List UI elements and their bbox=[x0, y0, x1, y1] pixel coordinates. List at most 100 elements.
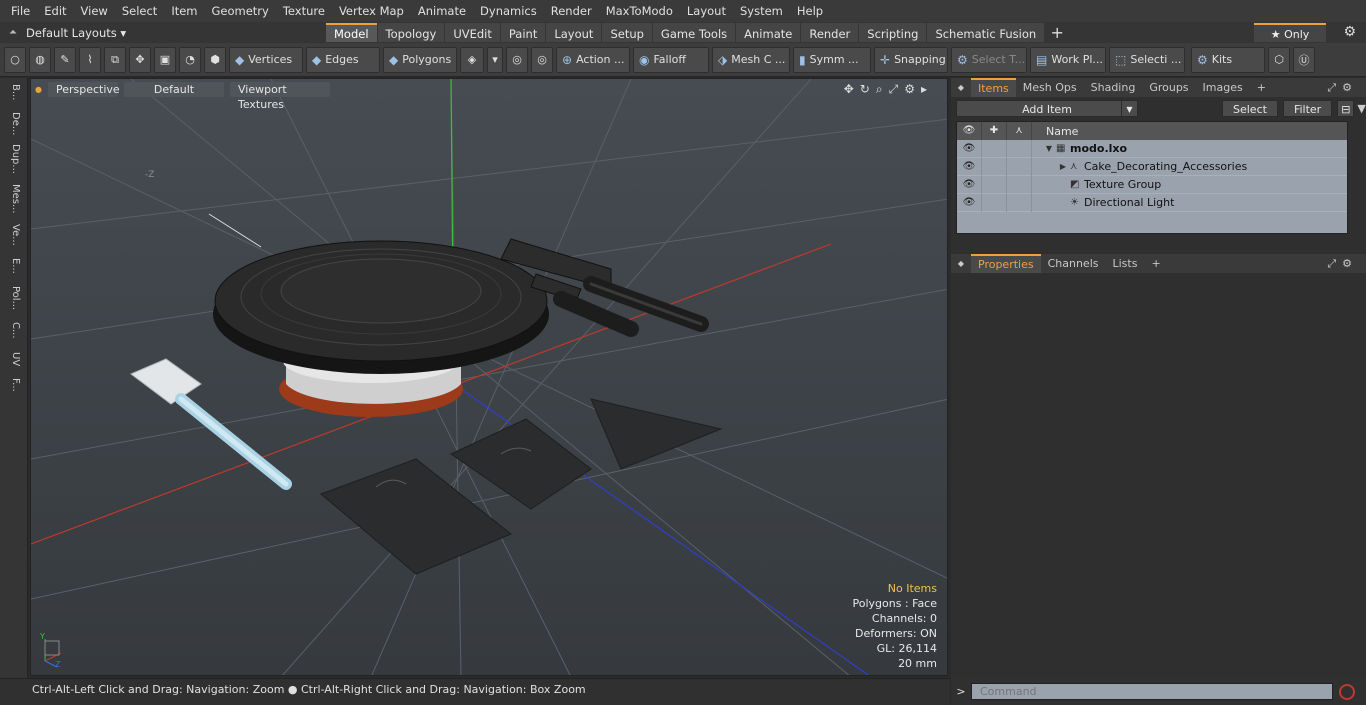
work-plane-button[interactable]: ▤ Work Pl... bbox=[1030, 46, 1106, 73]
panel-gear-icon[interactable]: ⚙ bbox=[1342, 81, 1358, 94]
add-tab-icon[interactable]: + bbox=[1045, 23, 1069, 42]
properties-expand-icon[interactable]: ⤢ bbox=[1327, 257, 1342, 270]
viewport-gear-icon[interactable]: ⚙ bbox=[904, 82, 921, 96]
snapping-button[interactable]: ✛ Snapping bbox=[874, 46, 948, 73]
move-icon[interactable]: ✥ bbox=[129, 46, 151, 73]
vtab-duplicate[interactable]: Dup... bbox=[5, 144, 21, 178]
tab-shading[interactable]: Shading bbox=[1084, 78, 1143, 97]
gear-icon[interactable]: ⚙ bbox=[1343, 24, 1356, 40]
shading-dropdown[interactable]: Default bbox=[123, 81, 224, 97]
layout-toggle-icon[interactable]: ⏶ bbox=[0, 27, 26, 38]
polygons-button[interactable]: ◆ Polygons bbox=[383, 46, 457, 73]
vtab-fusion[interactable]: F... bbox=[5, 378, 21, 404]
menu-geometry[interactable]: Geometry bbox=[205, 0, 276, 22]
mode-dropdown-icon[interactable]: ▾ bbox=[487, 46, 503, 73]
action-center-button[interactable]: ⊕ Action ... bbox=[556, 46, 630, 73]
scale-icon[interactable]: ▣ bbox=[154, 46, 176, 73]
list-item[interactable]: 👁 ▼ ▦ modo.lxo bbox=[957, 139, 1347, 158]
tab-mesh-ops[interactable]: Mesh Ops bbox=[1016, 78, 1084, 97]
tab-paint[interactable]: Paint bbox=[500, 23, 546, 42]
vertices-button[interactable]: ◆ Vertices bbox=[229, 46, 303, 73]
funnel-icon[interactable]: ▼ bbox=[1357, 102, 1365, 115]
tab-scripting[interactable]: Scripting bbox=[859, 23, 927, 42]
expand-arrow-icon[interactable]: ▶ bbox=[1056, 162, 1070, 171]
selection-sets-button[interactable]: ⬚ Selecti ... bbox=[1109, 46, 1185, 73]
edges-button[interactable]: ◆ Edges bbox=[306, 46, 380, 73]
command-input[interactable] bbox=[971, 683, 1333, 700]
properties-gear-icon[interactable]: ⚙ bbox=[1342, 257, 1358, 270]
select-through-button[interactable]: ⚙ Select T... bbox=[951, 46, 1027, 73]
panel-menu-icon[interactable]: ◆ bbox=[951, 83, 971, 92]
menu-item[interactable]: Item bbox=[164, 0, 204, 22]
tab-render[interactable]: Render bbox=[801, 23, 859, 42]
only-toggle[interactable]: ★ Only bbox=[1254, 23, 1326, 42]
vtab-vertex[interactable]: Ve... bbox=[5, 224, 21, 254]
zoom-icon[interactable]: ⌕ bbox=[876, 82, 889, 96]
tab-lists[interactable]: Lists bbox=[1106, 254, 1145, 273]
collapse-icon[interactable]: ⊟ bbox=[1337, 99, 1355, 117]
filter-button[interactable]: Filter bbox=[1282, 99, 1333, 117]
tab-schematic-fusion[interactable]: Schematic Fusion bbox=[927, 23, 1045, 42]
menu-help[interactable]: Help bbox=[790, 0, 830, 22]
pen-icon[interactable]: ✎ bbox=[54, 46, 76, 73]
menu-render[interactable]: Render bbox=[544, 0, 599, 22]
orbit-icon[interactable]: ↻ bbox=[860, 82, 876, 96]
mesh-constraints-button[interactable]: ⬗ Mesh C ... bbox=[712, 46, 790, 73]
vtab-uv[interactable]: UV bbox=[5, 352, 21, 374]
falloff-button[interactable]: ◉ Falloff bbox=[633, 46, 709, 73]
type-column-icon[interactable]: ⋏ bbox=[1007, 122, 1032, 140]
layouts-dropdown[interactable]: Default Layouts ▾ bbox=[26, 26, 326, 40]
visibility-column-icon[interactable]: 👁 bbox=[957, 122, 982, 140]
name-column-header[interactable]: Name bbox=[1032, 125, 1078, 138]
viewport-scene[interactable]: -Z Y Z bbox=[31, 79, 948, 676]
tab-properties[interactable]: Properties bbox=[971, 254, 1041, 273]
menu-view[interactable]: View bbox=[74, 0, 115, 22]
menu-maxtomodo[interactable]: MaxToModo bbox=[599, 0, 680, 22]
viewport-expand-icon[interactable]: ▸ bbox=[921, 82, 933, 96]
vtab-edge[interactable]: E... bbox=[5, 258, 21, 282]
tab-uvedit[interactable]: UVEdit bbox=[445, 23, 500, 42]
list-item[interactable]: 👁 ◩ Texture Group bbox=[957, 175, 1347, 194]
select-button[interactable]: Select bbox=[1222, 99, 1278, 117]
list-item[interactable]: 👁 ▶ ⋏ Cake_Decorating_Accessories bbox=[957, 157, 1347, 176]
symmetry-button[interactable]: ▮ Symm ... bbox=[793, 46, 871, 73]
brush-icon[interactable]: ⌇ bbox=[79, 46, 101, 73]
symmetry-y-icon[interactable]: ◎ bbox=[531, 46, 553, 73]
menu-animate[interactable]: Animate bbox=[411, 0, 473, 22]
tab-game-tools[interactable]: Game Tools bbox=[652, 23, 736, 42]
tab-animate[interactable]: Animate bbox=[736, 23, 801, 42]
vtab-basic[interactable]: B... bbox=[5, 84, 21, 106]
tab-channels[interactable]: Channels bbox=[1041, 254, 1106, 273]
menu-vertex-map[interactable]: Vertex Map bbox=[332, 0, 411, 22]
unreal-icon[interactable]: Ⓤ bbox=[1293, 46, 1315, 73]
menu-dynamics[interactable]: Dynamics bbox=[473, 0, 544, 22]
menu-texture[interactable]: Texture bbox=[276, 0, 332, 22]
vtab-deform[interactable]: De... bbox=[5, 112, 21, 138]
pan-icon[interactable]: ✥ bbox=[844, 82, 860, 96]
tab-topology[interactable]: Topology bbox=[377, 23, 445, 42]
transform-icon[interactable]: ⧉ bbox=[104, 46, 126, 73]
menu-file[interactable]: File bbox=[4, 0, 37, 22]
tab-images[interactable]: Images bbox=[1196, 78, 1250, 97]
record-macro-icon[interactable] bbox=[1339, 683, 1355, 700]
lock-column-icon[interactable]: ✚ bbox=[982, 122, 1007, 140]
eye-icon[interactable]: 👁 bbox=[957, 175, 982, 194]
unity-icon[interactable]: ⬡ bbox=[1268, 46, 1290, 73]
projection-dropdown[interactable]: Perspective bbox=[47, 81, 120, 97]
tab-model[interactable]: Model bbox=[326, 23, 377, 42]
viewport-menu-dot-icon[interactable]: ● bbox=[35, 85, 42, 94]
fit-icon[interactable]: ⤢ bbox=[889, 82, 905, 96]
rotate-icon[interactable]: ◔ bbox=[179, 46, 201, 73]
3d-viewport[interactable]: -Z Y Z ● Perspective Default Viewport Te… bbox=[30, 78, 948, 676]
item-mode-icon[interactable]: ⬢ bbox=[204, 46, 226, 73]
expand-icon[interactable]: ⤢ bbox=[1327, 81, 1342, 94]
globe-icon[interactable]: ◍ bbox=[29, 46, 51, 73]
eye-icon[interactable]: 👁 bbox=[957, 193, 982, 212]
vtab-polygon[interactable]: Pol... bbox=[5, 286, 21, 316]
tab-setup[interactable]: Setup bbox=[602, 23, 652, 42]
tab-items[interactable]: Items bbox=[971, 78, 1016, 97]
kits-button[interactable]: ⚙ Kits bbox=[1191, 46, 1265, 73]
symmetry-x-icon[interactable]: ◎ bbox=[506, 46, 528, 73]
textures-dropdown[interactable]: Viewport Textures bbox=[229, 81, 330, 111]
menu-system[interactable]: System bbox=[733, 0, 790, 22]
